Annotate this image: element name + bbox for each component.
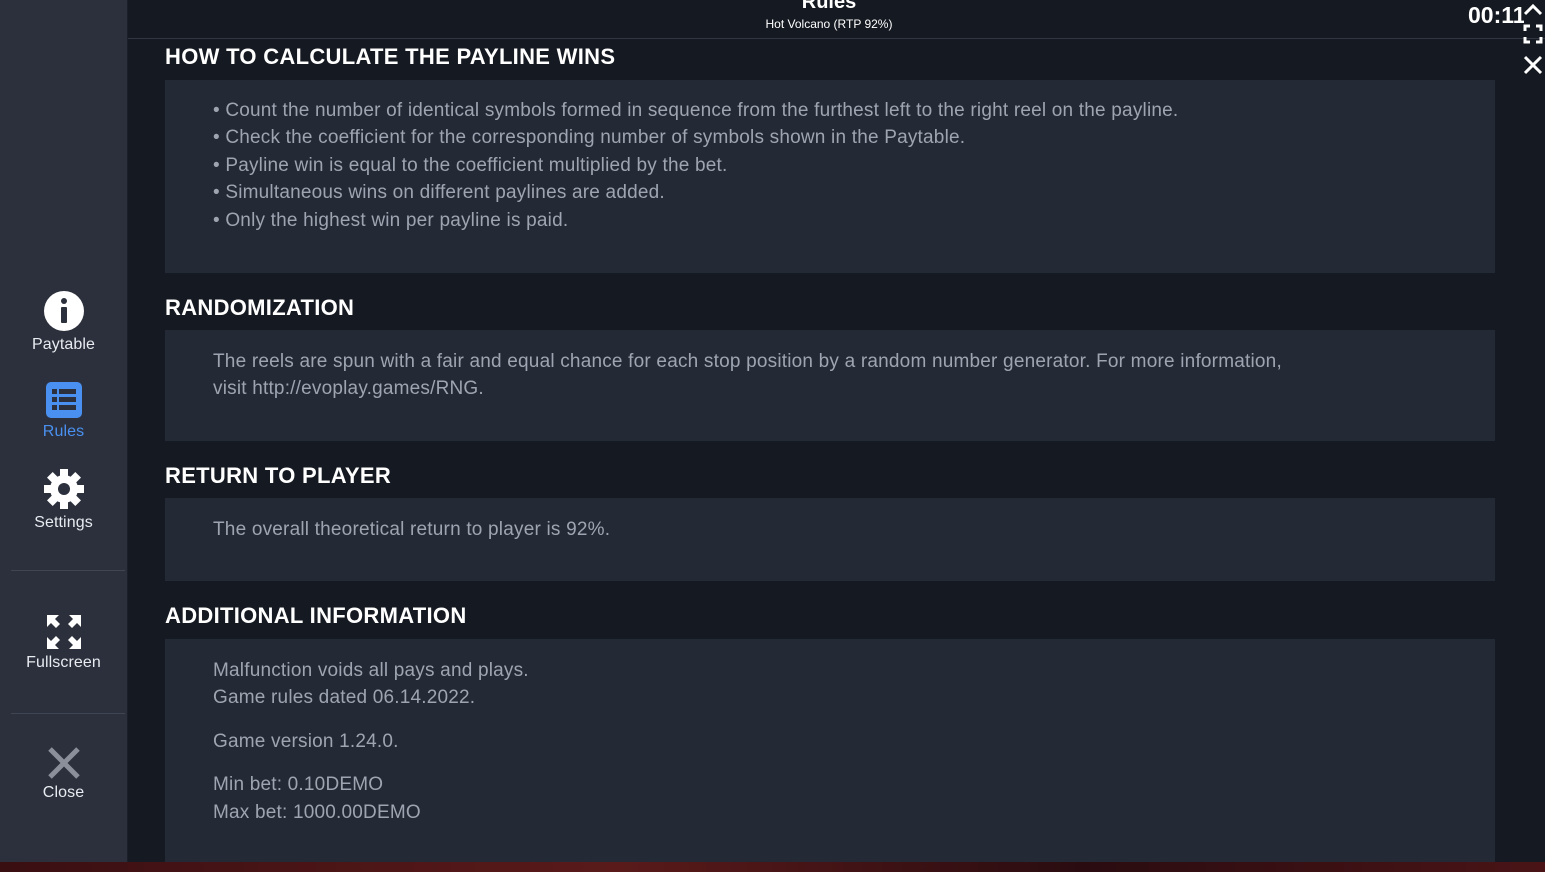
background-strip	[0, 862, 1545, 872]
sidebar-divider	[11, 570, 125, 571]
section-title-payline: HOW TO CALCULATE THE PAYLINE WINS	[165, 44, 616, 69]
rule-line: • Payline win is equal to the coefficien…	[213, 155, 728, 176]
rule-line: Malfunction voids all pays and plays.	[213, 660, 529, 681]
rule-line: Game version 1.24.0.	[213, 731, 399, 752]
sidebar-item-settings[interactable]: Settings	[0, 468, 127, 532]
rule-line: visit http://evoplay.games/RNG.	[213, 378, 484, 399]
chevron-up-icon[interactable]	[1522, 2, 1544, 16]
sidebar-item-label: Paytable	[31, 336, 96, 353]
rule-line: • Count the number of identical symbols …	[213, 100, 1179, 121]
sidebar-divider	[11, 713, 125, 714]
fullscreen-icon	[46, 615, 81, 649]
page-title: Rules	[801, 0, 857, 13]
rule-line: • Simultaneous wins on different payline…	[213, 182, 665, 203]
sidebar-item-label: Close	[42, 784, 85, 801]
rule-line: • Only the highest win per payline is pa…	[213, 210, 569, 231]
section-box-additional: Malfunction voids all pays and plays. Ga…	[165, 639, 1495, 862]
rule-line: • Check the coefficient for the correspo…	[213, 127, 966, 148]
sidebar-item-label: Settings	[34, 514, 93, 531]
close-icon	[47, 747, 80, 779]
sidebar-item-label: Rules	[42, 423, 85, 440]
sidebar-item-fullscreen[interactable]: Fullscreen	[0, 614, 127, 672]
sidebar-item-label: Fullscreen	[26, 654, 101, 671]
list-icon	[45, 382, 82, 418]
info-icon	[43, 291, 84, 331]
rule-line: The overall theoretical return to player…	[213, 519, 611, 540]
sidebar-item-rules[interactable]: Rules	[0, 381, 127, 441]
rule-line: The reels are spun with a fair and equal…	[213, 351, 1282, 372]
header-bar: Rules Hot Volcano (RTP 92%)	[128, 0, 1545, 39]
game-subtitle: Hot Volcano (RTP 92%)	[765, 17, 893, 31]
sidebar-item-paytable[interactable]: Paytable	[0, 290, 127, 354]
section-box-payline: • Count the number of identical symbols …	[165, 80, 1495, 273]
section-title-randomization: RANDOMIZATION	[165, 295, 355, 320]
section-title-additional: ADDITIONAL INFORMATION	[165, 603, 467, 628]
close-x-icon[interactable]	[1522, 54, 1544, 76]
small-fullscreen-icon[interactable]	[1523, 24, 1543, 44]
sidebar-item-close[interactable]: Close	[0, 746, 127, 802]
rule-line: Game rules dated 06.14.2022.	[213, 687, 476, 708]
section-box-rtp: The overall theoretical return to player…	[165, 498, 1495, 581]
section-title-rtp: RETURN TO PLAYER	[165, 463, 392, 488]
rule-line: Min bet: 0.10DEMO	[213, 774, 384, 795]
section-box-randomization: The reels are spun with a fair and equal…	[165, 330, 1495, 441]
sidebar: Paytable Rules Settings Fullscreen Close	[0, 0, 127, 862]
rule-line: Max bet: 1000.00DEMO	[213, 802, 421, 823]
gear-icon	[43, 469, 84, 509]
clock: 00:11	[1468, 2, 1524, 28]
